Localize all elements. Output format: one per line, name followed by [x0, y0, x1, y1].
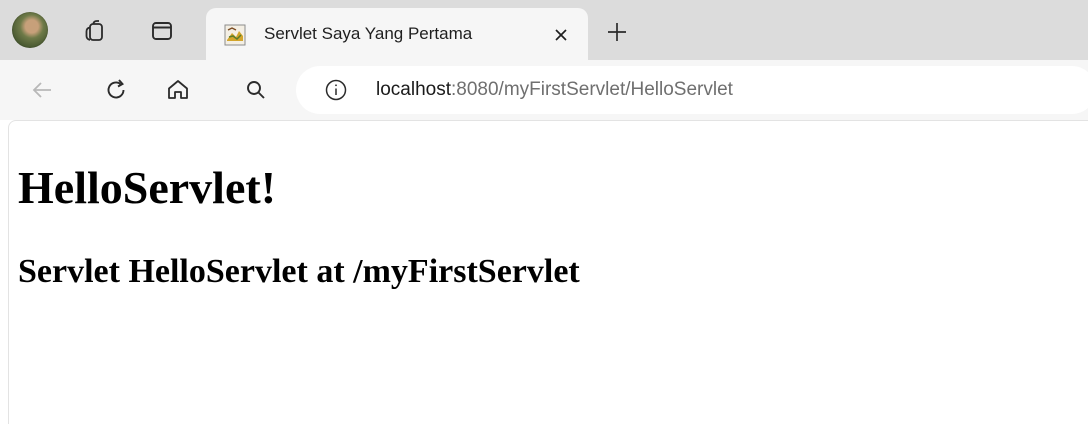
active-tab[interactable]: Servlet Saya Yang Pertama: [206, 8, 588, 60]
url-host: localhost: [376, 79, 451, 100]
tab-actions-icon[interactable]: [142, 11, 182, 51]
page-subheading: Servlet HelloServlet at /myFirstServlet: [18, 253, 580, 290]
browser-toolbar: localhost:8080/myFirstServlet/HelloServl…: [0, 60, 1088, 120]
workspaces-icon[interactable]: [74, 11, 114, 51]
back-arrow-icon[interactable]: [22, 70, 62, 110]
page-heading: HelloServlet!: [18, 162, 277, 213]
url-path: :8080/myFirstServlet/HelloServlet: [451, 79, 733, 100]
plus-icon[interactable]: [600, 15, 634, 49]
address-url[interactable]: localhost:8080/myFirstServlet/HelloServl…: [376, 77, 733, 103]
info-icon[interactable]: [324, 78, 348, 102]
close-tab-icon[interactable]: [546, 20, 576, 50]
search-icon[interactable]: [236, 70, 276, 110]
home-icon[interactable]: [158, 70, 198, 110]
reload-icon[interactable]: [96, 70, 136, 110]
tomcat-icon: [224, 24, 246, 46]
tab-title: Servlet Saya Yang Pertama: [264, 24, 473, 43]
tab-strip: Servlet Saya Yang Pertama: [0, 0, 1088, 60]
profile-avatar[interactable]: [12, 12, 48, 48]
address-bar[interactable]: localhost:8080/myFirstServlet/HelloServl…: [296, 66, 1088, 114]
page-viewport: HelloServlet! Servlet HelloServlet at /m…: [8, 120, 1088, 424]
